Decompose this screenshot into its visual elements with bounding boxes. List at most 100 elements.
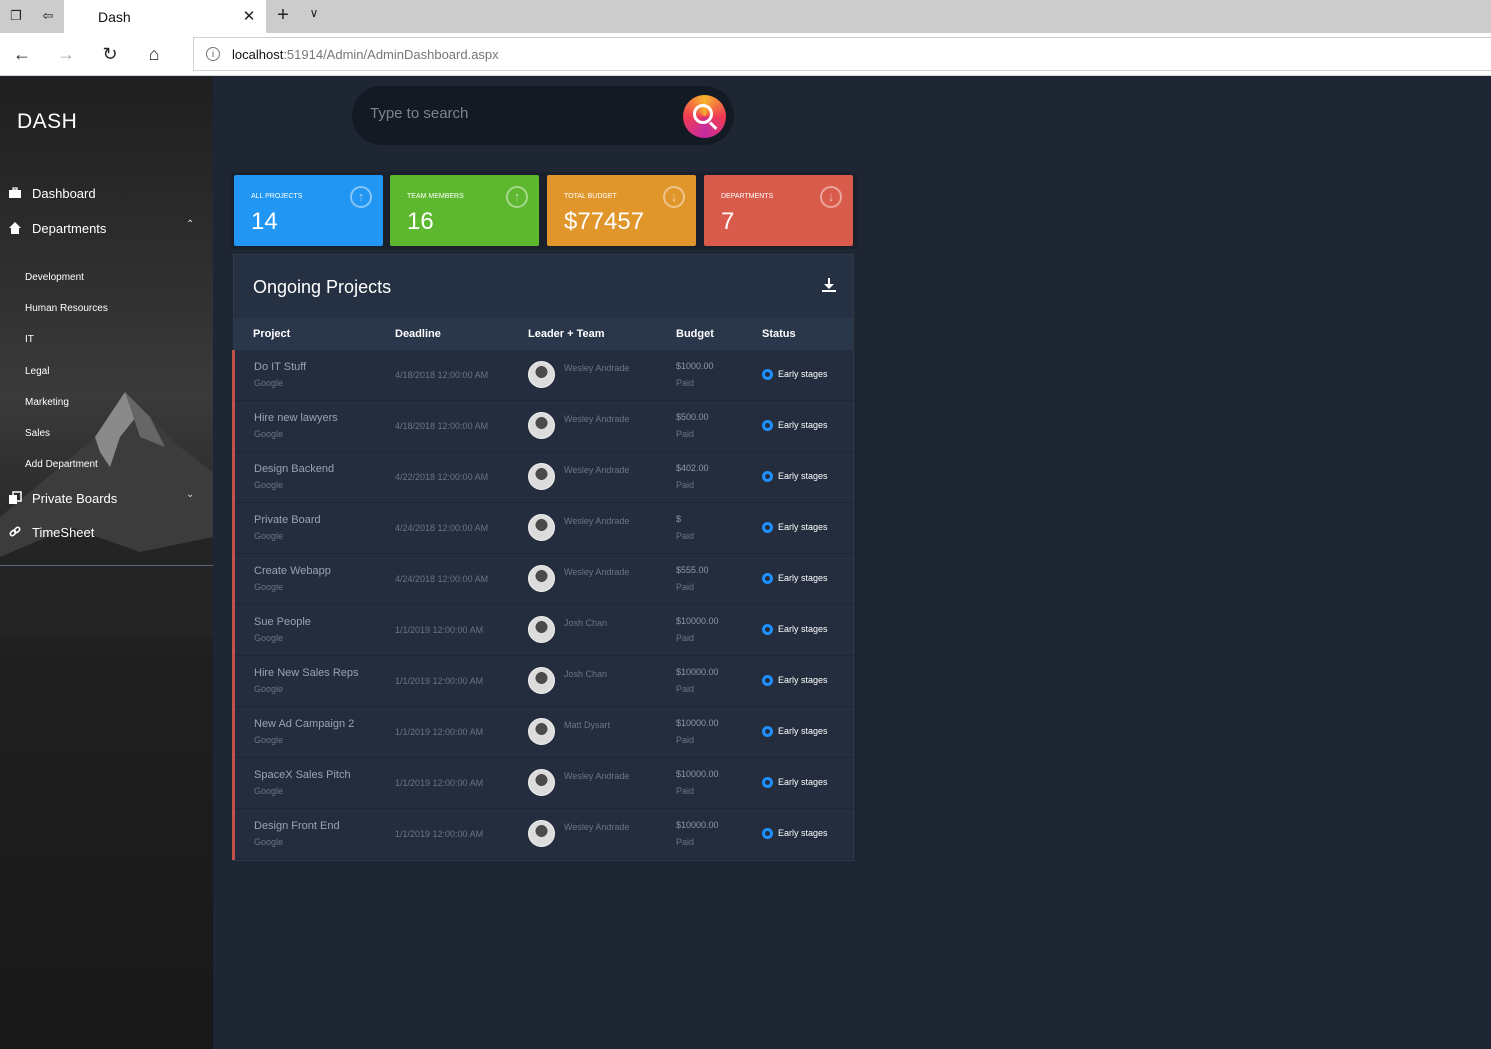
chevron-down-icon[interactable]: ⌄ xyxy=(186,489,194,500)
department-legal[interactable]: Legal xyxy=(25,366,49,377)
department-development[interactable]: Development xyxy=(25,272,84,283)
ongoing-projects-panel: Ongoing Projects Project Deadline Leader… xyxy=(232,254,854,861)
project-paid: Paid xyxy=(676,480,695,490)
url-field[interactable]: i localhost:51914/Admin/AdminDashboard.a… xyxy=(193,37,1491,71)
project-name[interactable]: Design Backend xyxy=(254,463,334,475)
avatar[interactable] xyxy=(528,769,555,796)
stat-value: $77457 xyxy=(564,208,645,235)
project-name[interactable]: SpaceX Sales Pitch xyxy=(254,769,351,781)
column-project[interactable]: Project xyxy=(253,328,290,340)
project-status: Early stages xyxy=(778,420,828,430)
project-status: Early stages xyxy=(778,522,828,532)
column-leader-team[interactable]: Leader + Team xyxy=(528,328,605,340)
column-budget[interactable]: Budget xyxy=(676,328,714,340)
project-name[interactable]: New Ad Campaign 2 xyxy=(254,718,354,730)
table-row[interactable]: Hire New Sales Reps Google 1/1/2019 12:00:… xyxy=(232,656,853,707)
avatar[interactable] xyxy=(528,820,555,847)
menu-dashboard[interactable]: Dashboard xyxy=(8,184,208,206)
browser-tab[interactable]: Dash ✕ xyxy=(64,0,266,33)
stat-card-team-members[interactable]: TEAM MEMBERS 16 ↑ xyxy=(390,175,539,246)
table-row[interactable]: New Ad Campaign 2 Google 1/1/2019 12:00:00… xyxy=(232,707,853,758)
avatar[interactable] xyxy=(528,616,555,643)
back-icon[interactable]: ← xyxy=(10,43,34,67)
tab-actions-icon[interactable]: ❐ xyxy=(7,7,25,25)
table-row[interactable]: SpaceX Sales Pitch Google 1/1/2019 12:00:0… xyxy=(232,758,853,809)
home-icon[interactable]: ⌂ xyxy=(142,43,166,67)
status-dot-icon xyxy=(762,420,773,431)
chevron-down-icon[interactable]: ∨ xyxy=(304,6,324,20)
table-row[interactable]: Private Board Google 4/24/2018 12:00:00 AM… xyxy=(232,503,853,554)
menu-private-boards[interactable]: Private Boards ⌄ xyxy=(8,489,208,511)
status-dot-icon xyxy=(762,369,773,380)
column-status[interactable]: Status xyxy=(762,328,796,340)
search-bar xyxy=(352,86,734,145)
project-deadline: 4/18/2018 12:00:00 AM xyxy=(395,370,489,380)
refresh-icon[interactable]: ↻ xyxy=(98,43,122,67)
avatar[interactable] xyxy=(528,412,555,439)
add-department-link[interactable]: Add Department xyxy=(25,459,98,470)
chevron-up-icon[interactable]: ⌃ xyxy=(186,219,194,230)
status-dot-icon xyxy=(762,471,773,482)
menu-departments-label: Departments xyxy=(32,221,107,236)
project-name[interactable]: Private Board xyxy=(254,514,321,526)
menu-departments[interactable]: Departments ⌃ xyxy=(8,219,208,241)
stat-label: ALL PROJECTS xyxy=(251,193,303,200)
table-row[interactable]: Do IT Stuff Google 4/18/2018 12:00:00 AM We… xyxy=(232,350,853,401)
project-status: Early stages xyxy=(778,726,828,736)
forward-icon[interactable]: → xyxy=(54,43,78,67)
project-status: Early stages xyxy=(778,675,828,685)
close-tab-icon[interactable]: ✕ xyxy=(240,7,258,25)
department-marketing[interactable]: Marketing xyxy=(25,397,69,408)
table-row[interactable]: Sue People Google 1/1/2019 12:00:00 AM Josh… xyxy=(232,605,853,656)
project-paid: Paid xyxy=(676,531,695,541)
tab-title: Dash xyxy=(98,9,131,25)
avatar[interactable] xyxy=(528,361,555,388)
link-icon xyxy=(9,526,21,537)
project-deadline: 4/24/2018 12:00:00 AM xyxy=(395,523,489,533)
column-deadline[interactable]: Deadline xyxy=(395,328,441,340)
project-name[interactable]: Hire new lawyers xyxy=(254,412,338,424)
project-name[interactable]: Design Front End xyxy=(254,820,340,832)
table-row[interactable]: Create Webapp Google 4/24/2018 12:00:00 AM… xyxy=(232,554,853,605)
arrow-up-circle-icon: ↑ xyxy=(506,186,528,208)
avatar[interactable] xyxy=(528,514,555,541)
menu-private-boards-label: Private Boards xyxy=(32,491,118,506)
stat-card-projects[interactable]: ALL PROJECTS 14 ↑ xyxy=(234,175,383,246)
stat-label: TEAM MEMBERS xyxy=(407,193,464,200)
status-dot-icon xyxy=(762,777,773,788)
search-button[interactable] xyxy=(683,95,726,138)
project-leader: Josh Chan xyxy=(564,669,608,679)
avatar[interactable] xyxy=(528,463,555,490)
project-budget: $10000.00 xyxy=(676,820,719,830)
status-dot-icon xyxy=(762,828,773,839)
department-it[interactable]: IT xyxy=(25,334,34,345)
project-paid: Paid xyxy=(676,786,695,796)
project-client: Google xyxy=(254,633,284,643)
avatar[interactable] xyxy=(528,667,555,694)
menu-timesheet[interactable]: TimeSheet xyxy=(8,523,208,545)
brand-logo[interactable]: DASH xyxy=(17,110,77,134)
stat-card-budget[interactable]: TOTAL BUDGET $77457 ↓ xyxy=(547,175,696,246)
set-tabs-aside-icon[interactable]: ⇦ xyxy=(39,7,57,25)
avatar[interactable] xyxy=(528,718,555,745)
search-input[interactable] xyxy=(370,105,670,122)
project-budget: $10000.00 xyxy=(676,769,719,779)
project-name[interactable]: Hire New Sales Reps xyxy=(254,667,359,679)
project-name[interactable]: Sue People xyxy=(254,616,311,628)
department-human-resources[interactable]: Human Resources xyxy=(25,303,108,314)
project-name[interactable]: Create Webapp xyxy=(254,565,331,577)
project-status: Early stages xyxy=(778,369,828,379)
table-row[interactable]: Design Front End Google 1/1/2019 12:00:00 … xyxy=(232,809,853,860)
table-row[interactable]: Hire new lawyers Google 4/18/2018 12:00:00… xyxy=(232,401,853,452)
new-tab-icon[interactable]: + xyxy=(272,4,294,27)
project-name[interactable]: Do IT Stuff xyxy=(254,361,306,373)
info-icon[interactable]: i xyxy=(206,47,220,61)
avatar[interactable] xyxy=(528,565,555,592)
table-row[interactable]: Design Backend Google 4/22/2018 12:00:00 A… xyxy=(232,452,853,503)
download-icon[interactable] xyxy=(821,277,837,293)
project-paid: Paid xyxy=(676,735,695,745)
stat-card-departments[interactable]: DEPARTMENTS 7 ↓ xyxy=(704,175,853,246)
project-deadline: 4/24/2018 12:00:00 AM xyxy=(395,574,489,584)
menu-timesheet-label: TimeSheet xyxy=(32,525,95,540)
department-sales[interactable]: Sales xyxy=(25,428,50,439)
